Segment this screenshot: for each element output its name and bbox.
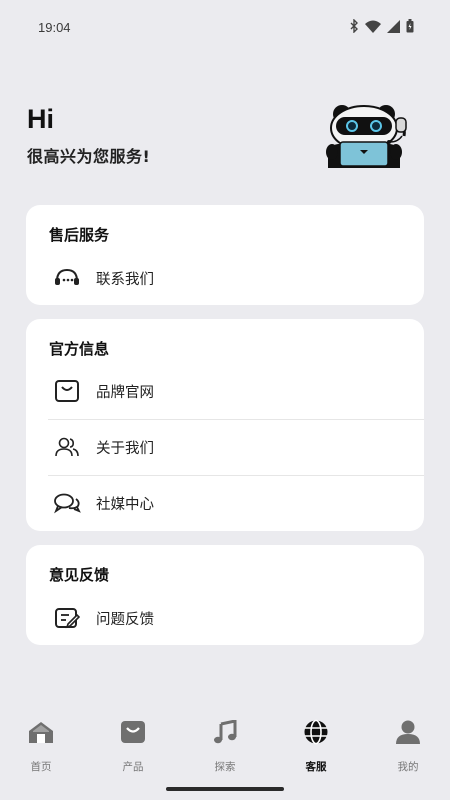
users-icon [53,433,81,461]
brand-website-label: 品牌官网 [96,384,154,401]
chat-bubbles-icon [53,489,81,517]
tab-products-label: 产品 [122,761,144,773]
home-icon [6,718,76,746]
after-sales-title: 售后服务 [49,226,110,244]
about-us-item[interactable]: 关于我们 [26,419,424,475]
person-icon [373,718,443,746]
greeting-subtitle: 很高兴为您服务! [27,147,151,166]
music-note-icon [190,718,260,746]
feedback-title: 意见反馈 [49,566,110,584]
feedback-card: 意见反馈 问题反馈 [26,545,424,645]
after-sales-card: 售后服务 联系我们 [26,205,424,305]
social-media-label: 社媒中心 [96,496,154,513]
about-us-label: 关于我们 [96,440,154,457]
tab-customer-service[interactable]: 客服 [281,704,351,774]
official-info-card: 官方信息 品牌官网 关于我们 社媒中心 [26,319,424,531]
tab-products[interactable]: 产品 [98,704,168,774]
brand-website-item[interactable]: 品牌官网 [26,363,424,419]
bag-icon [98,718,168,746]
issue-feedback-item[interactable]: 问题反馈 [26,590,424,646]
bluetooth-icon [349,19,359,33]
battery-icon [406,19,414,33]
panda-robot-mascot-icon [322,102,416,168]
contact-us-item[interactable]: 联系我们 [26,250,424,306]
contact-us-label: 联系我们 [96,271,154,288]
globe-icon [281,718,351,746]
shopping-bag-icon [53,377,81,405]
tab-customer-service-label: 客服 [305,761,327,773]
issue-feedback-label: 问题反馈 [96,611,154,628]
greeting-title: Hi [27,104,54,134]
tab-profile[interactable]: 我的 [373,704,443,774]
greeting-section: Hi 很高兴为您服务! [27,104,150,167]
status-icons [349,19,414,33]
wifi-icon [365,20,381,33]
tab-profile-label: 我的 [397,761,419,773]
status-bar: 19:04 [0,0,450,56]
tab-home-label: 首页 [30,761,52,773]
home-indicator[interactable] [166,787,284,791]
tab-explore-label: 探索 [214,761,236,773]
signal-icon [387,19,400,33]
status-time: 19:04 [38,20,71,35]
official-info-title: 官方信息 [49,340,110,358]
tab-home[interactable]: 首页 [6,704,76,774]
tab-explore[interactable]: 探索 [190,704,260,774]
bottom-tab-bar: 首页 产品 探索 客服 我的 [0,704,450,800]
headset-icon [53,264,81,292]
social-media-item[interactable]: 社媒中心 [26,475,424,531]
feedback-edit-icon [53,604,81,632]
